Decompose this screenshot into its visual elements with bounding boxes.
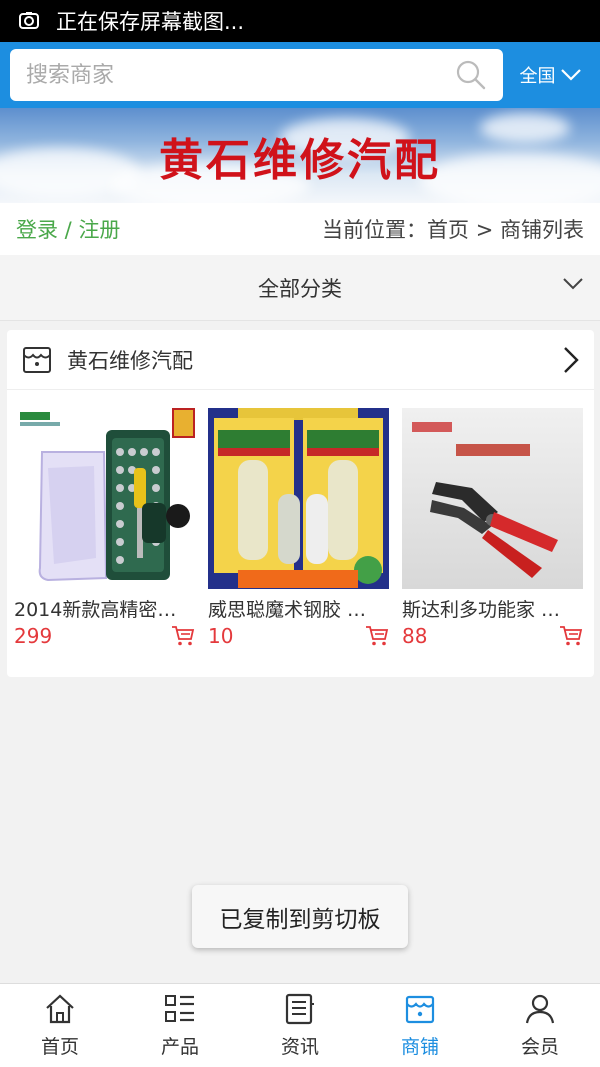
grid-list-icon: [165, 995, 194, 1022]
breadcrumb-home[interactable]: 首页: [427, 218, 469, 242]
location-row: 登录 / 注册 当前位置：首页 > 商铺列表: [0, 203, 600, 255]
tab-label: 产品: [160, 1036, 199, 1058]
breadcrumb-arrow: >: [469, 218, 500, 242]
auth-separator: /: [58, 218, 79, 242]
user-icon: [525, 994, 555, 1024]
toast-message: 已复制到剪切板: [192, 885, 408, 948]
product-price: 88: [402, 624, 428, 648]
shop-icon: [23, 346, 51, 373]
chevron-right-icon[interactable]: [562, 345, 580, 375]
product-name[interactable]: 斯达利多功能家 …: [402, 595, 583, 622]
product-price: 299: [14, 624, 53, 648]
product-image[interactable]: [14, 408, 195, 589]
screenshot-icon: [19, 12, 39, 29]
chevron-down-icon: [560, 69, 581, 81]
home-icon: [46, 994, 74, 1024]
search-box[interactable]: [10, 49, 503, 101]
tab-member[interactable]: 会员: [480, 984, 600, 1067]
product-name[interactable]: 2014新款高精密…: [14, 595, 195, 622]
product-item[interactable]: 威思聪魔术钢胶 … 10: [208, 408, 389, 648]
product-image[interactable]: [208, 408, 389, 589]
product-item[interactable]: 斯达利多功能家 … 88: [402, 408, 583, 648]
cart-icon[interactable]: [365, 625, 389, 647]
status-text: 正在保存屏幕截图...: [56, 10, 245, 34]
tab-news[interactable]: 资讯: [240, 984, 360, 1067]
chevron-down-icon: [563, 278, 583, 290]
product-list: 2014新款高精密… 299 威思聪魔术钢胶 … 10 斯达利多功能家 … 88: [7, 390, 594, 648]
price-row: 10: [208, 624, 389, 648]
product-name[interactable]: 威思聪魔术钢胶 …: [208, 595, 389, 622]
breadcrumb-current: 商铺列表: [500, 218, 584, 242]
breadcrumb: 当前位置：首页 > 商铺列表: [322, 214, 584, 244]
tab-label: 资讯: [280, 1036, 319, 1058]
breadcrumb-prefix: 当前位置：: [322, 218, 428, 242]
store-banner: 黄石维修汽配: [0, 108, 600, 203]
tab-label: 商铺: [400, 1036, 439, 1058]
region-label: 全国: [519, 66, 556, 87]
store-card: 黄石维修汽配 2014新款高精密… 299 威思聪魔术钢胶 … 10 斯达利多功…: [7, 330, 594, 677]
tab-stores[interactable]: 商铺: [360, 984, 480, 1067]
product-item[interactable]: 2014新款高精密… 299: [14, 408, 195, 648]
auth-links: 登录 / 注册: [16, 214, 120, 244]
cart-icon[interactable]: [171, 625, 195, 647]
tab-products[interactable]: 产品: [120, 984, 240, 1067]
tab-label: 会员: [520, 1036, 559, 1058]
product-price: 10: [208, 624, 234, 648]
region-selector[interactable]: 全国: [503, 62, 590, 88]
category-label: 全部分类: [258, 276, 342, 301]
tab-home[interactable]: 首页: [0, 984, 120, 1067]
banner-title: 黄石维修汽配: [159, 134, 441, 186]
login-link[interactable]: 登录: [16, 218, 58, 242]
tab-label: 首页: [40, 1036, 79, 1058]
search-input[interactable]: [26, 62, 455, 88]
store-header[interactable]: 黄石维修汽配: [7, 330, 594, 390]
cart-icon[interactable]: [559, 625, 583, 647]
search-icon[interactable]: [455, 59, 487, 91]
product-image[interactable]: [402, 408, 583, 589]
store-icon: [405, 995, 435, 1024]
news-icon: [285, 993, 314, 1025]
header: 全国: [0, 42, 600, 108]
register-link[interactable]: 注册: [78, 218, 120, 242]
status-bar: 正在保存屏幕截图...: [0, 0, 600, 42]
bottom-tab-bar: 首页 产品 资讯 商铺 会员: [0, 983, 600, 1067]
price-row: 88: [402, 624, 583, 648]
category-selector[interactable]: 全部分类: [0, 255, 600, 321]
store-name: 黄石维修汽配: [67, 348, 193, 373]
price-row: 299: [14, 624, 195, 648]
